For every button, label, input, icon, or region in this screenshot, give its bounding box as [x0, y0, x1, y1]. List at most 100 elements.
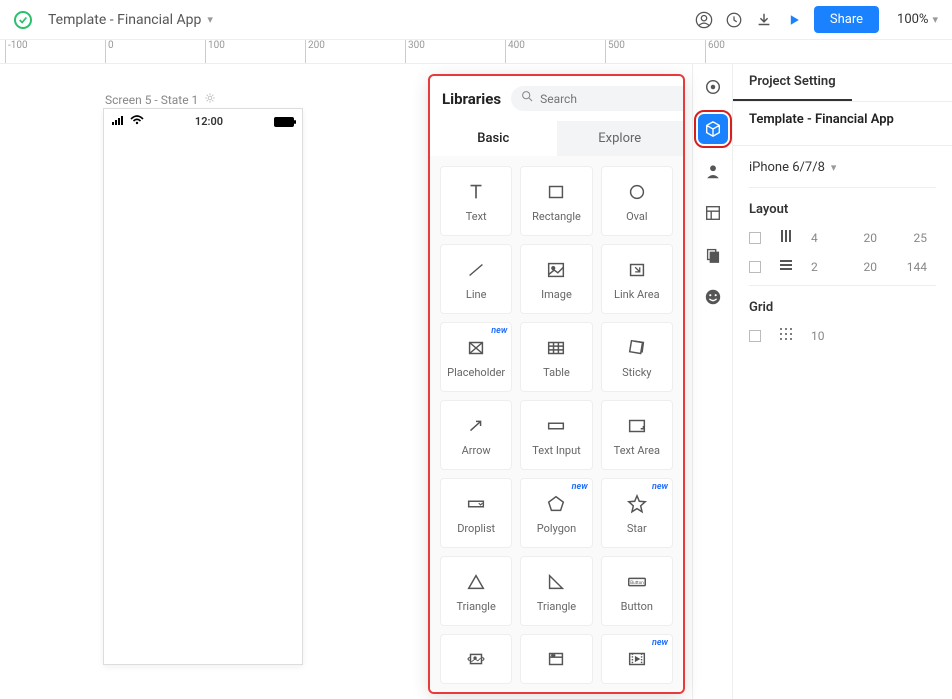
chevron-down-icon: ▾ — [831, 161, 837, 174]
target-icon[interactable] — [698, 72, 728, 102]
library-item-triangle[interactable]: Triangle — [440, 556, 512, 626]
project-title[interactable]: Template - Financial App ▾ — [48, 12, 213, 28]
screen-label-text: Screen 5 - State 1 — [105, 93, 198, 107]
logo-check-icon — [14, 11, 32, 29]
grid-checkbox[interactable] — [749, 330, 761, 342]
ruler-mark: 300 — [405, 40, 425, 64]
library-item-droplist[interactable]: Droplist — [440, 478, 512, 548]
tab-explore[interactable]: Explore — [557, 121, 684, 156]
layout-checkbox[interactable] — [749, 261, 761, 273]
library-item-label: Table — [543, 366, 570, 379]
library-item-label: Star — [627, 522, 647, 535]
grid-value: 10 — [811, 329, 825, 343]
sticky-icon — [625, 336, 649, 360]
layout-val-a: 4 — [811, 231, 831, 245]
chevron-down-icon: ▾ — [207, 13, 213, 26]
panel-tab-project-setting[interactable]: Project Setting — [733, 64, 952, 102]
zoom-value: 100% — [897, 12, 928, 27]
library-item-label: Text Area — [614, 444, 660, 457]
library-item-arrow[interactable]: Arrow — [440, 400, 512, 470]
libraries-header: Libraries — [430, 76, 683, 121]
layers-icon[interactable] — [698, 240, 728, 270]
grid-row[interactable]: 10 — [749, 321, 936, 350]
layout-icon[interactable] — [698, 198, 728, 228]
svg-text:Button: Button — [630, 579, 644, 585]
library-item-link-area[interactable]: Link Area — [601, 244, 673, 314]
chevron-down-icon: ▾ — [932, 13, 938, 26]
rectangle-icon — [544, 180, 568, 204]
library-item-line[interactable]: Line — [440, 244, 512, 314]
layout-checkbox[interactable] — [749, 232, 761, 244]
library-item-video[interactable]: new — [601, 634, 673, 684]
library-item-window[interactable] — [520, 634, 592, 684]
arrow-icon — [464, 414, 488, 438]
placeholder-icon — [464, 336, 488, 360]
right-panel: Project Setting Template - Financial App… — [732, 64, 952, 699]
tab-basic[interactable]: Basic — [430, 121, 557, 156]
avatar-outline-icon[interactable] — [694, 10, 714, 30]
text-area-icon — [625, 414, 649, 438]
rows-icon — [779, 258, 793, 275]
library-item-button[interactable]: Button Button — [601, 556, 673, 626]
phone-frame[interactable]: 12:00 — [103, 108, 303, 665]
canvas[interactable]: Screen 5 - State 1 12:00 — [0, 64, 692, 699]
smile-icon[interactable] — [698, 282, 728, 312]
libraries-search[interactable] — [511, 86, 685, 111]
library-item-text-area[interactable]: Text Area — [601, 400, 673, 470]
library-item-label: Sticky — [622, 366, 651, 379]
libraries-tabs: Basic Explore — [430, 121, 683, 156]
history-icon[interactable] — [724, 10, 744, 30]
library-item-placeholder[interactable]: Placeholdernew — [440, 322, 512, 392]
library-item-triangle-right[interactable]: Triangle — [520, 556, 592, 626]
new-badge: new — [491, 326, 507, 336]
download-icon[interactable] — [754, 10, 774, 30]
library-item-image[interactable]: Image — [520, 244, 592, 314]
screen-label[interactable]: Screen 5 - State 1 — [105, 92, 216, 107]
layout-row-columns[interactable]: 4 20 25 — [749, 223, 936, 252]
ruler-mark: 200 — [305, 40, 325, 64]
carousel-icon — [464, 647, 488, 671]
library-item-table[interactable]: Table — [520, 322, 592, 392]
zoom-label[interactable]: 100% ▾ — [897, 12, 938, 27]
tool-column — [692, 64, 732, 699]
layout-val-c: 25 — [895, 231, 927, 245]
text-icon — [464, 180, 488, 204]
gear-icon[interactable] — [204, 92, 216, 107]
library-item-rectangle[interactable]: Rectangle — [520, 166, 592, 236]
layout-section-label: Layout — [749, 202, 936, 217]
person-icon[interactable] — [698, 156, 728, 186]
device-name: iPhone 6/7/8 — [749, 160, 825, 175]
library-item-label: Image — [541, 288, 572, 301]
search-input[interactable] — [540, 92, 685, 106]
cube-icon[interactable] — [698, 114, 728, 144]
ruler-mark: 400 — [505, 40, 525, 64]
library-item-carousel[interactable] — [440, 634, 512, 684]
layout-val-a: 2 — [811, 260, 831, 274]
library-item-star[interactable]: Star new — [601, 478, 673, 548]
library-item-polygon[interactable]: Polygonnew — [520, 478, 592, 548]
library-item-oval[interactable]: Oval — [601, 166, 673, 236]
window-icon — [544, 647, 568, 671]
project-title-text: Template - Financial App — [48, 12, 201, 28]
library-item-label: Rectangle — [532, 210, 581, 223]
library-item-text[interactable]: Text — [440, 166, 512, 236]
layout-val-b: 20 — [849, 231, 877, 245]
layout-row-rows[interactable]: 220144 — [749, 252, 936, 281]
library-item-sticky[interactable]: Sticky — [601, 322, 673, 392]
layout-val-b: 20 — [849, 260, 877, 274]
device-selector[interactable]: iPhone 6/7/8 ▾ — [749, 156, 936, 188]
video-icon — [625, 647, 649, 671]
search-icon — [521, 90, 534, 107]
new-badge: new — [652, 482, 668, 492]
wifi-icon — [130, 115, 144, 128]
ruler-mark: -100 — [5, 40, 28, 64]
panel-project-name: Template - Financial App — [749, 112, 936, 127]
play-icon[interactable] — [784, 10, 804, 30]
share-button[interactable]: Share — [814, 6, 879, 33]
panel-tab-label: Project Setting — [733, 64, 852, 101]
library-item-text-input[interactable]: Text Input — [520, 400, 592, 470]
libraries-grid[interactable]: Text Rectangle Oval Line Image Link Area Place… — [430, 156, 683, 692]
button-icon: Button — [625, 570, 649, 594]
library-item-label: Button — [621, 600, 653, 613]
topbar: Template - Financial App ▾ Share 100% ▾ — [0, 0, 952, 40]
